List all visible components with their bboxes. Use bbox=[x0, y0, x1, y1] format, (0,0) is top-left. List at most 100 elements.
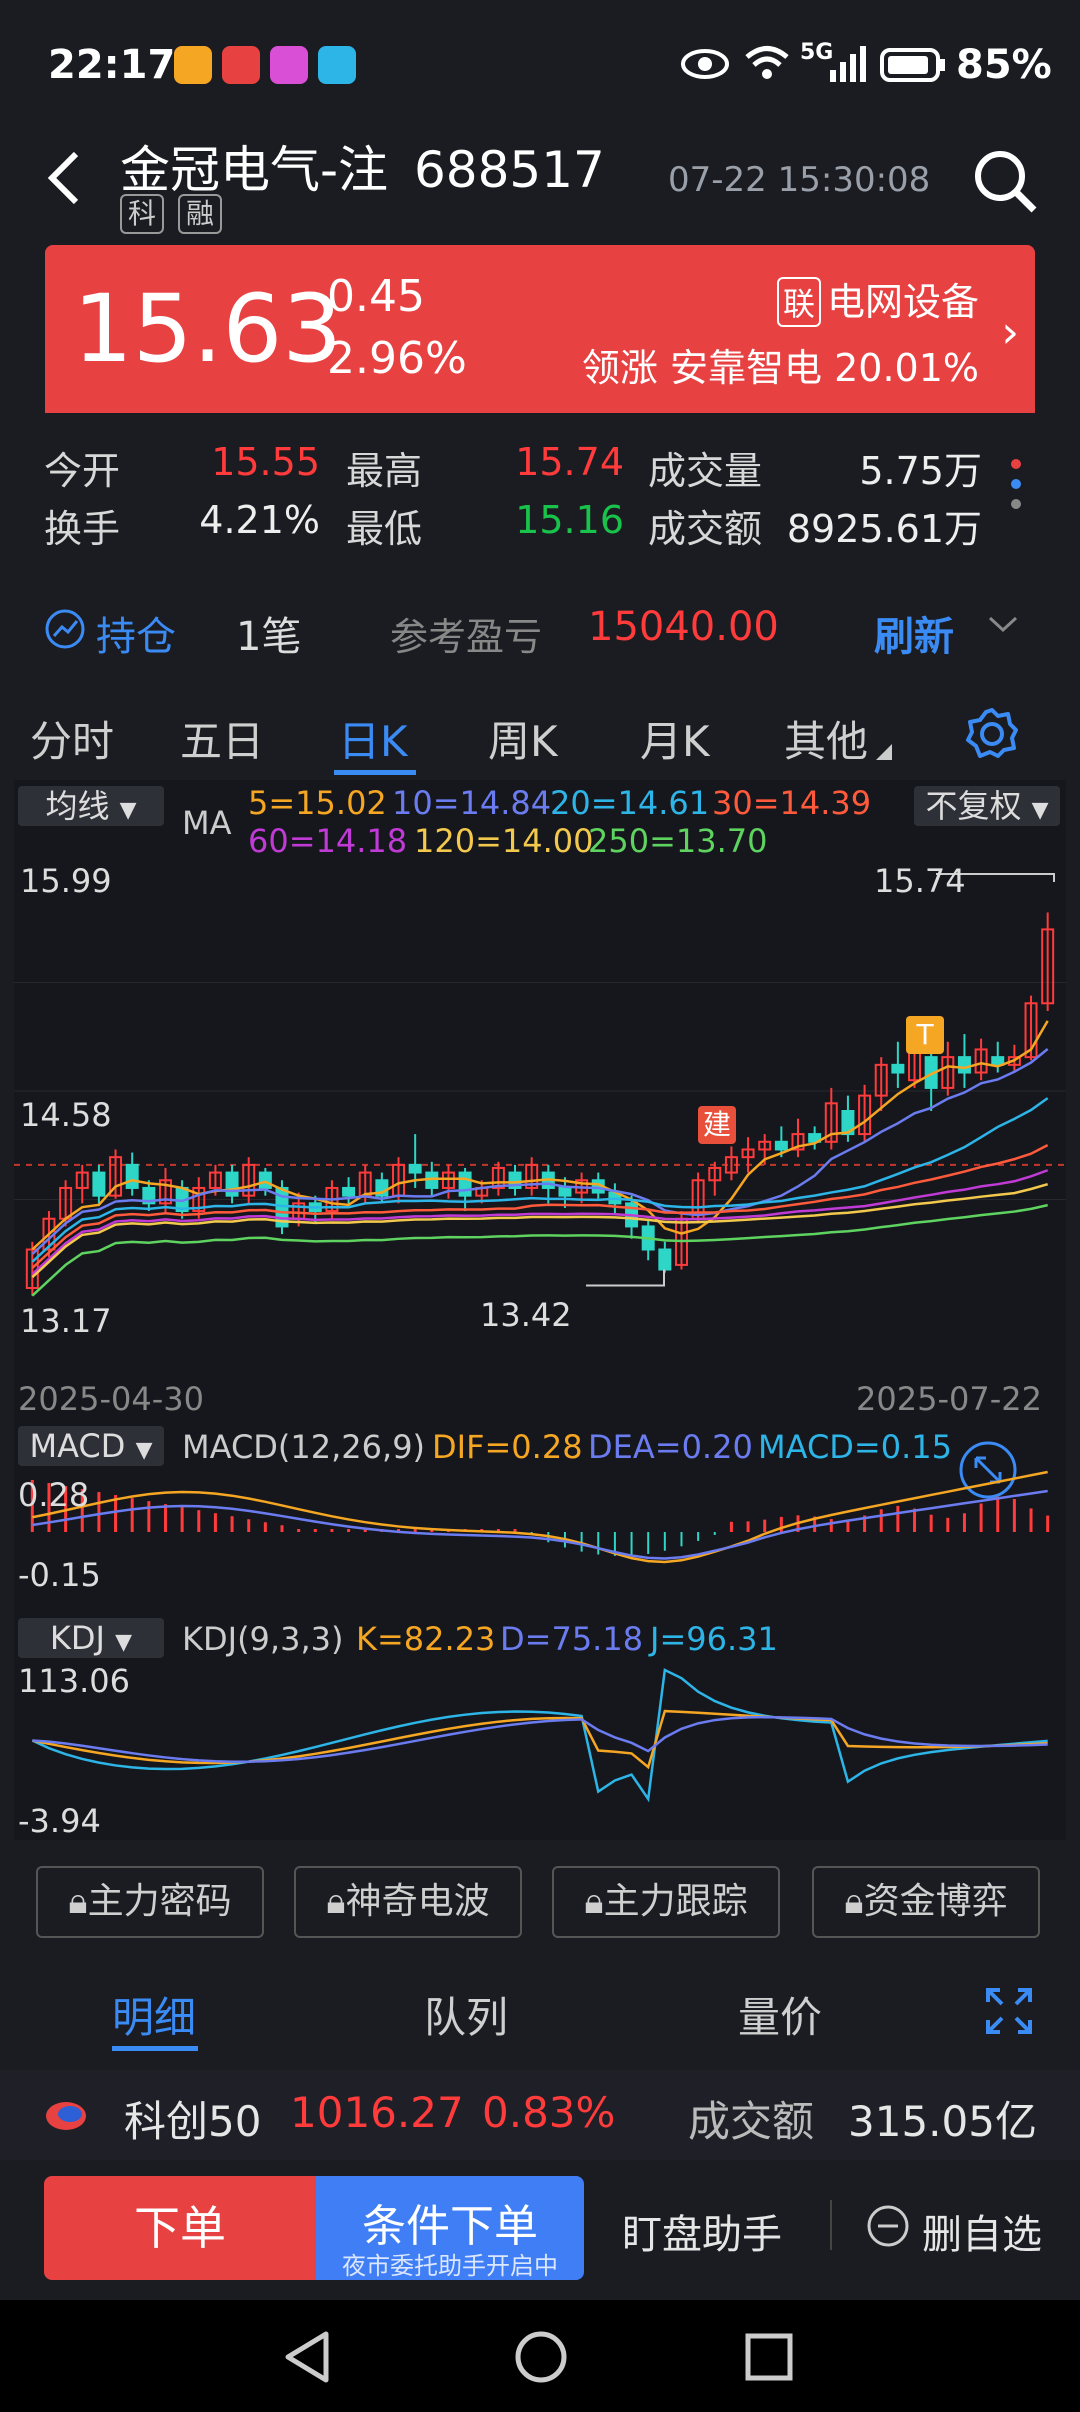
sector-name: 电网设备 bbox=[826, 280, 979, 324]
ma20-value: 20=14.61 bbox=[550, 784, 710, 822]
tab-daily-k[interactable]: 日K bbox=[338, 708, 408, 769]
high-label: 最高 bbox=[346, 449, 423, 493]
macd-chart[interactable] bbox=[14, 1470, 1066, 1586]
kdj-j: J=96.31 bbox=[650, 1620, 778, 1658]
macd-y-bottom: -0.15 bbox=[18, 1556, 101, 1594]
tab-weekly-k[interactable]: 周K bbox=[488, 708, 558, 769]
macd-select-label: MACD bbox=[29, 1427, 126, 1465]
index-value: 1016.27 bbox=[290, 2088, 464, 2137]
sector-badge: 联 bbox=[776, 277, 821, 327]
index-amount: 315.05亿 bbox=[848, 2097, 1037, 2146]
open-label: 今开 bbox=[44, 449, 121, 493]
more-dots-icon[interactable] bbox=[1006, 454, 1026, 528]
book-app-icon bbox=[318, 46, 356, 84]
minus-circle-icon[interactable] bbox=[866, 2204, 910, 2252]
lock-icon: 🔒︎ bbox=[68, 1881, 88, 1922]
candle-body bbox=[92, 1171, 106, 1197]
position-label: 持仓 bbox=[96, 614, 176, 660]
status-bar: 22:17 5G 85% bbox=[0, 0, 1080, 130]
macd-y-top: 0.28 bbox=[18, 1476, 90, 1514]
ma250-value: 250=13.70 bbox=[588, 822, 768, 860]
feature-button-wave[interactable]: 🔒︎神奇电波 bbox=[294, 1866, 522, 1938]
trend-icon bbox=[44, 608, 86, 654]
sector-leader[interactable]: 领涨 安靠智电 20.01% bbox=[582, 337, 979, 392]
leader-label: 领涨 bbox=[581, 346, 658, 390]
pnl-value: 15040.00 bbox=[588, 604, 779, 650]
search-button[interactable] bbox=[972, 148, 1038, 214]
monitor-assistant-button[interactable]: 盯盘助手 bbox=[622, 2202, 782, 2260]
candle-body bbox=[458, 1171, 472, 1197]
macd-dif: DIF=0.28 bbox=[432, 1428, 583, 1466]
triangle-down-icon: ▼ bbox=[119, 798, 137, 823]
ma60-value: 60=14.18 bbox=[248, 822, 408, 860]
adjust-select[interactable]: 不复权 ▼ bbox=[914, 786, 1060, 826]
network-label: 5G bbox=[800, 40, 834, 65]
candle-body bbox=[891, 1063, 905, 1074]
index-amount-label: 成交额 bbox=[688, 2097, 815, 2146]
tab-monthly-k[interactable]: 月K bbox=[640, 708, 710, 769]
kdj-select-label: KDJ bbox=[49, 1619, 105, 1657]
t-trade-marker[interactable]: T bbox=[906, 1016, 944, 1054]
kdj-y-top: 113.06 bbox=[18, 1662, 130, 1700]
chevron-down-icon[interactable] bbox=[988, 614, 1018, 638]
feature-button-fund-game[interactable]: 🔒︎资金博弈 bbox=[812, 1866, 1040, 1938]
active-tab-indicator bbox=[334, 770, 416, 775]
feature-button-tracking[interactable]: 🔒︎主力跟踪 bbox=[552, 1866, 780, 1938]
tab-detail[interactable]: 明细 bbox=[112, 1984, 196, 2045]
kdj-j-line bbox=[31, 1668, 1048, 1803]
signal-icon bbox=[830, 46, 866, 86]
buy-order-button[interactable]: 下单 bbox=[44, 2176, 316, 2280]
kdj-select[interactable]: KDJ ▼ bbox=[18, 1618, 164, 1658]
app-icon bbox=[222, 46, 260, 84]
nav-home-icon[interactable] bbox=[514, 2330, 568, 2388]
system-nav-bar bbox=[0, 2300, 1080, 2412]
feature-label: 资金博弈 bbox=[863, 1881, 1008, 1922]
fullscreen-icon[interactable] bbox=[986, 1988, 1032, 2038]
tab-intraday[interactable]: 分时 bbox=[30, 708, 114, 769]
search-icon bbox=[975, 151, 1037, 213]
kdj-y-bottom: -3.94 bbox=[18, 1802, 101, 1840]
build-position-marker[interactable]: 建 bbox=[698, 1106, 736, 1144]
tab-queue[interactable]: 队列 bbox=[424, 1984, 508, 2045]
feature-button-main-code[interactable]: 🔒︎主力密码 bbox=[36, 1866, 264, 1938]
tab-volume-price[interactable]: 量价 bbox=[738, 1984, 822, 2045]
index-name: 科创50 bbox=[124, 2097, 262, 2146]
refresh-button[interactable]: 刷新 bbox=[874, 604, 954, 662]
ma10-value: 10=14.84 bbox=[392, 784, 552, 822]
ma250-line bbox=[31, 1203, 1048, 1297]
tab-other[interactable]: 其他 bbox=[784, 708, 868, 769]
indicator-select[interactable]: 均线 ▼ bbox=[18, 786, 164, 826]
lock-icon: 🔒︎ bbox=[326, 1881, 346, 1922]
chevron-left-icon bbox=[47, 151, 79, 205]
sector-link[interactable]: 联电网设备 bbox=[776, 271, 979, 327]
eye-icon bbox=[680, 44, 730, 88]
lock-icon: 🔒︎ bbox=[584, 1881, 604, 1922]
tab-five-day[interactable]: 五日 bbox=[180, 708, 264, 769]
position-row[interactable]: 持仓 1笔 参考盈亏 15040.00 刷新 bbox=[0, 580, 1080, 680]
settings-gear-icon[interactable] bbox=[964, 706, 1020, 766]
kdj-chart[interactable] bbox=[14, 1666, 1066, 1816]
position-count: 1笔 bbox=[236, 614, 302, 660]
y-axis-top: 15.99 bbox=[20, 862, 112, 900]
triangle-down-icon bbox=[876, 744, 892, 764]
remove-watchlist-button[interactable]: 删自选 bbox=[922, 2202, 1042, 2260]
nav-recents-icon[interactable] bbox=[744, 2332, 794, 2386]
macd-select[interactable]: MACD ▼ bbox=[18, 1426, 164, 1466]
tag-margin: 融 bbox=[178, 194, 222, 234]
index-ticker[interactable]: 科创50 1016.27 0.83% 成交额 315.05亿 bbox=[0, 2070, 1080, 2160]
stock-name: 金冠电气-注 bbox=[120, 141, 389, 199]
amount-label: 成交额 bbox=[648, 507, 763, 551]
turnover-label: 换手 bbox=[44, 507, 121, 551]
conditional-order-button[interactable]: 条件下单 夜市委托助手开启中 bbox=[316, 2176, 584, 2280]
chart-area[interactable]: 均线 ▼ MA 5=15.02 10=14.84 20=14.61 30=14.… bbox=[14, 780, 1066, 1840]
conditional-order-label: 条件下单 bbox=[362, 2201, 538, 2252]
back-button[interactable] bbox=[40, 148, 90, 208]
app-icon bbox=[174, 46, 212, 84]
kdj-d-line bbox=[32, 1715, 1048, 1763]
nav-back-icon[interactable] bbox=[282, 2330, 332, 2388]
chevron-right-icon[interactable]: › bbox=[1001, 307, 1019, 358]
adjust-select-label: 不复权 bbox=[925, 787, 1022, 825]
candlestick-chart[interactable] bbox=[14, 862, 1066, 1332]
open-value: 15.55 bbox=[211, 440, 320, 484]
macd-dea: DEA=0.20 bbox=[588, 1428, 753, 1466]
